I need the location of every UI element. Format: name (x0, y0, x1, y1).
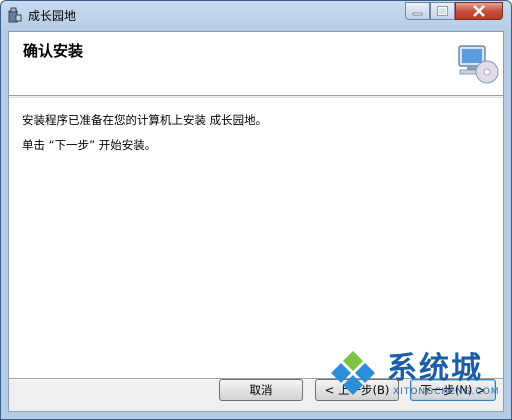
window-title: 成长园地 (28, 9, 77, 23)
ready-message: 安装程序已准备在您的计算机上安装 成长园地。 (22, 113, 268, 127)
header-banner: 确认安装 (9, 32, 503, 96)
maximize-button[interactable] (430, 2, 455, 20)
page-title: 确认安装 (23, 42, 84, 60)
minimize-icon (412, 12, 423, 16)
cancel-button[interactable]: 取消 (219, 379, 303, 401)
content-panel: 安装程序已准备在您的计算机上安装 成长园地。 单击 “下一步” 开始安装。 (9, 98, 503, 378)
close-button[interactable] (455, 2, 503, 20)
installer-window: 成长园地 确认安装 安装程序已准备在您的计算机上安装 成长园地。 单击 “下一步… (0, 0, 512, 420)
wizard-client-area: 确认安装 安装程序已准备在您的计算机上安装 成长园地。 单击 “下一步” 开始安… (8, 31, 504, 412)
next-button[interactable]: 下一步(N) > (410, 379, 496, 401)
title-bar[interactable]: 成长园地 (1, 1, 511, 29)
back-button[interactable]: < 上一步(B) (315, 379, 399, 401)
close-icon (473, 5, 485, 17)
minimize-button[interactable] (405, 2, 430, 20)
maximize-icon (437, 6, 448, 16)
instruction-message: 单击 “下一步” 开始安装。 (22, 138, 157, 152)
computer-cd-icon (458, 45, 499, 84)
installer-icon (8, 7, 22, 23)
